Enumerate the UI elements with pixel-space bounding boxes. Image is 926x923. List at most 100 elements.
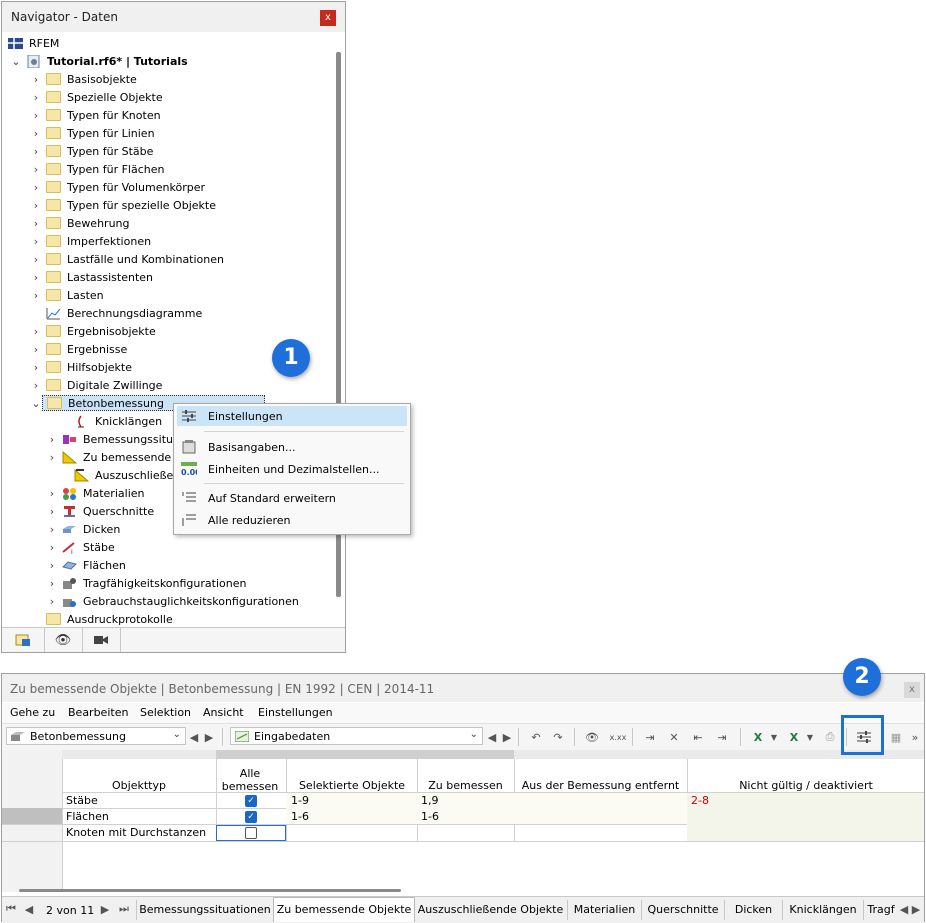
- tree-item-materials[interactable]: › Materialien: [46, 484, 144, 502]
- tree-folder[interactable]: › Typen für Flächen: [30, 160, 165, 178]
- chevron-right-icon[interactable]: ›: [30, 325, 42, 338]
- next-arrow-icon[interactable]: ▶: [203, 728, 215, 746]
- col-header-invalid[interactable]: Nicht gültig / deaktiviert: [687, 779, 925, 792]
- menu-item-base-data[interactable]: Basisangaben...: [177, 437, 407, 457]
- chevron-right-icon[interactable]: ›: [30, 109, 42, 122]
- tree-item-members[interactable]: › I Stäbe: [46, 538, 115, 556]
- display-tab[interactable]: 👁: [44, 628, 83, 652]
- chevron-right-icon[interactable]: ›: [46, 451, 58, 464]
- views-tab[interactable]: [82, 628, 121, 652]
- undo-icon[interactable]: ↶: [526, 728, 546, 746]
- module-select[interactable]: Betonbemessung ⌄: [6, 727, 186, 745]
- prev-arrow-icon[interactable]: ◀: [486, 728, 498, 746]
- horizontal-scrollbar[interactable]: [19, 889, 401, 892]
- chevron-right-icon[interactable]: ›: [30, 235, 42, 248]
- chevron-right-icon[interactable]: ›: [46, 577, 58, 590]
- tab-uls-config[interactable]: Tragf: [864, 900, 898, 920]
- chevron-right-icon[interactable]: ›: [30, 181, 42, 194]
- tab-objects-to-design[interactable]: Zu bemessende Objekte: [273, 897, 415, 922]
- next-arrow-icon[interactable]: ▶: [501, 728, 513, 746]
- tree-folder[interactable]: › Ergebnisobjekte: [30, 322, 156, 340]
- chevron-right-icon[interactable]: ›: [30, 91, 42, 104]
- cell-removed[interactable]: [514, 793, 687, 809]
- chevron-right-icon[interactable]: ›: [46, 559, 58, 572]
- chevron-right-icon[interactable]: ›: [46, 523, 58, 536]
- decimal-icon[interactable]: x.xx: [608, 728, 628, 746]
- last-page-icon[interactable]: ⏭: [116, 900, 132, 918]
- print-icon[interactable]: ⎙: [820, 728, 840, 746]
- menu-goto[interactable]: Gehe zu: [10, 706, 55, 719]
- tree-folder[interactable]: › Imperfektionen: [30, 232, 151, 250]
- tab-buckling-lengths[interactable]: Knicklängen: [783, 900, 864, 920]
- excel-export-icon[interactable]: X: [748, 728, 768, 746]
- tab-cross-sections[interactable]: Querschnitte: [642, 900, 725, 920]
- col-header-selected[interactable]: Selektierte Objekte: [287, 779, 417, 792]
- tree-item-calc-diagrams[interactable]: Berechnungsdiagramme: [42, 304, 202, 322]
- menu-selection[interactable]: Selektion: [140, 706, 191, 719]
- tree-folder[interactable]: › Lastfälle und Kombinationen: [30, 250, 224, 268]
- cell-invalid[interactable]: 2-8: [687, 793, 925, 809]
- chevron-right-icon[interactable]: ›: [30, 217, 42, 230]
- chevron-right-icon[interactable]: ›: [30, 379, 42, 392]
- next-page-icon[interactable]: ▶: [98, 900, 112, 918]
- redo-icon[interactable]: ↷: [548, 728, 568, 746]
- tree-folder-printout[interactable]: Ausdruckprotokolle: [42, 610, 173, 628]
- tree-folder[interactable]: › Typen für Volumenkörper: [30, 178, 205, 196]
- tab-excluded-objects[interactable]: Auszuschließende Objekte: [414, 900, 568, 920]
- col-header-type[interactable]: Objekttyp: [62, 779, 216, 792]
- move-left-icon[interactable]: ⇤: [688, 728, 708, 746]
- chevron-right-icon[interactable]: ›: [30, 343, 42, 356]
- tree-root[interactable]: RFEM: [8, 34, 59, 52]
- chevron-right-icon[interactable]: ›: [30, 289, 42, 302]
- tree-folder[interactable]: › Hilfsobjekte: [30, 358, 132, 376]
- excel-import-icon[interactable]: X: [784, 728, 804, 746]
- tree-item-uls-config[interactable]: › Tragfähigkeitskonfigurationen: [46, 574, 247, 592]
- tab-thicknesses[interactable]: Dicken: [725, 900, 783, 920]
- tree-project[interactable]: ⌄ Tutorial.rf6* | Tutorials: [10, 52, 188, 70]
- menu-item-collapse[interactable]: Alle reduzieren: [177, 510, 407, 530]
- cell-type[interactable]: Stäbe: [62, 793, 216, 809]
- chevron-down-icon[interactable]: ▼: [768, 728, 780, 746]
- close-button[interactable]: x: [320, 10, 336, 26]
- chevron-right-icon[interactable]: ›: [46, 505, 58, 518]
- cell-type[interactable]: Knoten mit Durchstanzen: [62, 825, 216, 841]
- prev-arrow-icon[interactable]: ◀: [188, 728, 200, 746]
- menu-item-settings[interactable]: Einstellungen: [177, 406, 407, 426]
- chevron-right-icon[interactable]: ›: [30, 199, 42, 212]
- close-button[interactable]: x: [904, 682, 920, 698]
- chevron-right-icon[interactable]: ›: [30, 253, 42, 266]
- chevron-right-icon[interactable]: ›: [30, 73, 42, 86]
- cell-type[interactable]: Flächen: [62, 809, 216, 825]
- chevron-right-icon[interactable]: ›: [46, 487, 58, 500]
- scroll-tabs-right-icon[interactable]: ▶: [910, 900, 922, 918]
- chevron-down-icon[interactable]: ⌄: [10, 55, 22, 68]
- scroll-tabs-left-icon[interactable]: ◀: [898, 900, 910, 918]
- tree-folder[interactable]: › Typen für Linien: [30, 124, 155, 142]
- tree-folder[interactable]: › Typen für spezielle Objekte: [30, 196, 216, 214]
- tab-materials[interactable]: Materialien: [568, 900, 642, 920]
- tree-item-objects-to-design[interactable]: › Zu bemessende: [46, 448, 171, 466]
- chevron-right-icon[interactable]: ›: [30, 271, 42, 284]
- chevron-right-icon[interactable]: ›: [30, 145, 42, 158]
- menu-item-expand[interactable]: Auf Standard erweitern: [177, 488, 407, 508]
- tree-item-excluded-objects[interactable]: Auszuschließend: [58, 466, 187, 484]
- cell-to-design[interactable]: 1,9: [417, 793, 514, 809]
- data-select[interactable]: Eingabedaten ⌄: [230, 727, 483, 745]
- tree-item-sls-config[interactable]: › Gebrauchstauglichkeitskonfigurationen: [46, 592, 299, 610]
- col-header-to-design[interactable]: Zu bemessen: [417, 779, 514, 792]
- tree-folder[interactable]: › Lasten: [30, 286, 104, 304]
- overflow-button[interactable]: »: [908, 728, 922, 746]
- tree-folder[interactable]: › Digitale Zwillinge: [30, 376, 163, 394]
- chevron-right-icon[interactable]: ›: [30, 163, 42, 176]
- data-tab[interactable]: [2, 628, 45, 652]
- checkbox-checked[interactable]: ✓: [245, 811, 257, 823]
- delete-row-icon[interactable]: ✕: [664, 728, 684, 746]
- tree-folder[interactable]: › Spezielle Objekte: [30, 88, 163, 106]
- cell-invalid[interactable]: [687, 809, 925, 825]
- insert-row-icon[interactable]: ⇥: [640, 728, 660, 746]
- chevron-down-icon[interactable]: ▼: [804, 728, 816, 746]
- chevron-right-icon[interactable]: ›: [30, 361, 42, 374]
- tree-item-knicklaengen[interactable]: Knicklängen: [58, 412, 162, 430]
- tree-item-design-situations[interactable]: › Bemessungssitu: [46, 430, 173, 448]
- menu-item-units[interactable]: 0.00 Einheiten und Dezimalstellen...: [177, 459, 407, 479]
